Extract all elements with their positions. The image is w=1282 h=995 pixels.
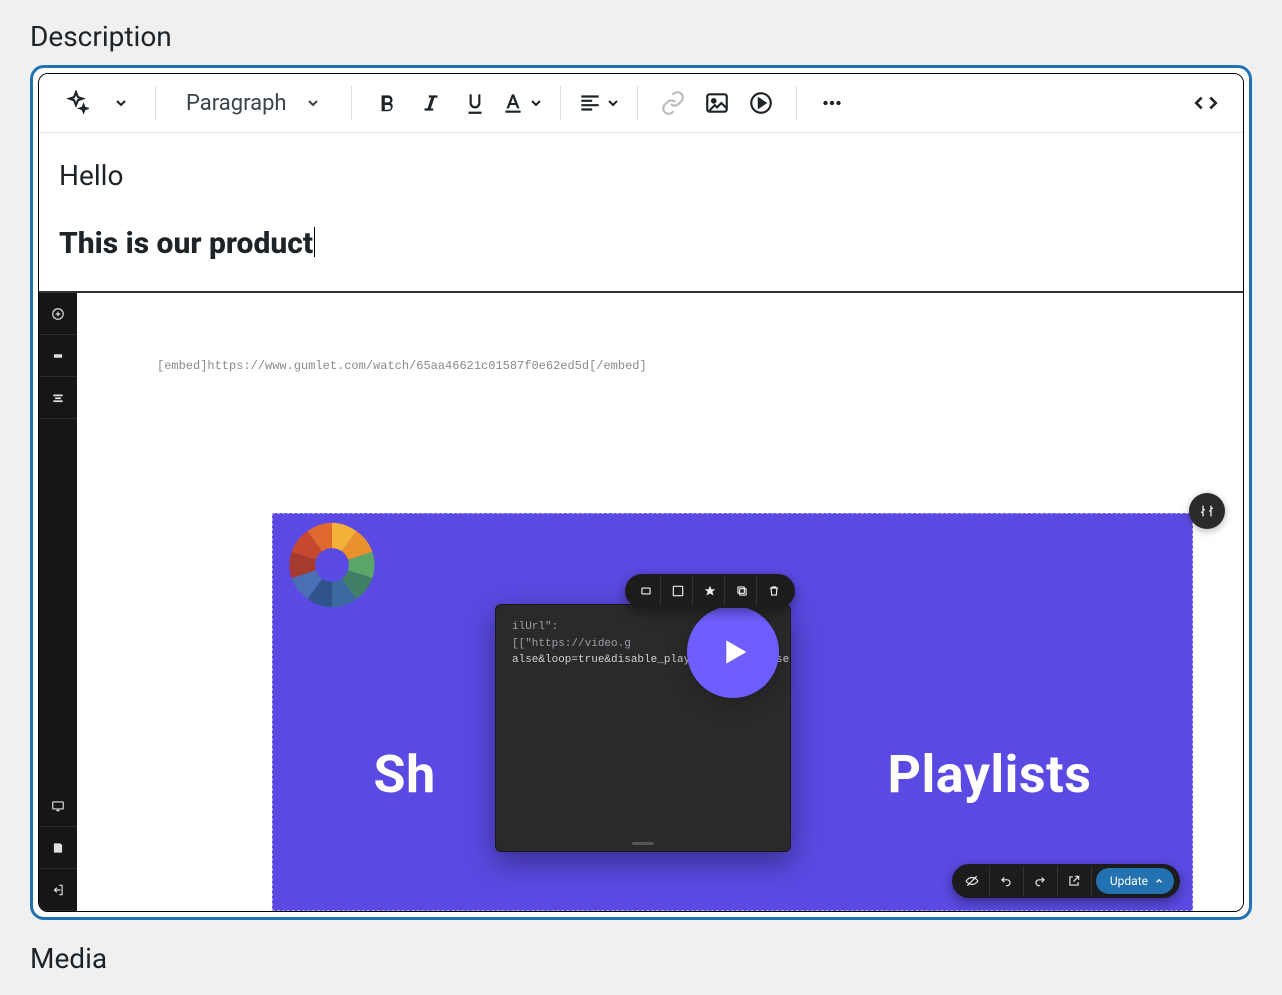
bold-button[interactable] bbox=[368, 84, 406, 122]
bottom-toolbar: Update bbox=[952, 864, 1180, 898]
toolbar-separator bbox=[155, 86, 156, 120]
ai-assist-dropdown[interactable] bbox=[101, 84, 139, 122]
video-title-left: Sh bbox=[374, 744, 436, 805]
video-title-right: Playlists bbox=[887, 744, 1091, 805]
block-toolbar bbox=[625, 574, 795, 608]
sidebar-spacer bbox=[39, 419, 77, 785]
video-embed-block[interactable]: ilUrl":[["https://video.g 6cf71 alse&loo… bbox=[272, 513, 1193, 911]
block-select-button[interactable] bbox=[631, 576, 661, 606]
editor-inner: Paragraph bbox=[38, 73, 1244, 912]
collapse-button[interactable] bbox=[39, 335, 77, 377]
block-delete-button[interactable] bbox=[759, 576, 789, 606]
block-copy-button[interactable] bbox=[727, 576, 757, 606]
text-color-button[interactable] bbox=[500, 84, 544, 122]
code-line-1a: ilUrl":[["https://video.g bbox=[512, 621, 631, 650]
preview-area: [embed]https://www.gumlet.com/watch/65aa… bbox=[39, 291, 1243, 911]
link-button[interactable] bbox=[654, 84, 692, 122]
block-settings-fab[interactable] bbox=[1189, 493, 1225, 529]
more-options-button[interactable] bbox=[813, 84, 851, 122]
redo-button[interactable] bbox=[1024, 866, 1058, 896]
block-type-label: Paragraph bbox=[186, 91, 287, 116]
section-title-description: Description bbox=[30, 20, 1252, 53]
text-cursor bbox=[314, 227, 315, 257]
section-title-media: Media bbox=[30, 942, 1252, 975]
visibility-button[interactable] bbox=[956, 866, 990, 896]
align-button[interactable] bbox=[577, 84, 621, 122]
desktop-view-button[interactable] bbox=[39, 785, 77, 827]
editor-toolbar: Paragraph bbox=[39, 74, 1243, 133]
code-view-button[interactable] bbox=[1187, 84, 1225, 122]
editor-body[interactable]: Hello This is our product bbox=[39, 133, 1243, 291]
content-paragraph[interactable]: Hello bbox=[59, 159, 1223, 192]
video-play-button[interactable] bbox=[687, 606, 779, 698]
content-heading[interactable]: This is our product bbox=[59, 226, 313, 261]
open-external-button[interactable] bbox=[1058, 866, 1092, 896]
code-panel-handle[interactable] bbox=[632, 842, 654, 845]
toolbar-separator bbox=[796, 86, 797, 120]
toolbar-separator bbox=[351, 86, 352, 120]
block-type-selector[interactable]: Paragraph bbox=[172, 84, 335, 122]
undo-button[interactable] bbox=[990, 866, 1024, 896]
update-button[interactable]: Update bbox=[1096, 868, 1174, 894]
color-wheel-icon bbox=[285, 518, 379, 612]
preview-sidebar bbox=[39, 293, 77, 911]
add-block-button[interactable] bbox=[39, 293, 77, 335]
exit-button[interactable] bbox=[39, 869, 77, 911]
italic-button[interactable] bbox=[412, 84, 450, 122]
block-star-button[interactable] bbox=[695, 576, 725, 606]
update-button-label: Update bbox=[1110, 874, 1148, 888]
block-edit-button[interactable] bbox=[663, 576, 693, 606]
editor-wrapper: Paragraph bbox=[30, 65, 1252, 920]
code-line-2a: alse&loop=true&disable_play bbox=[512, 654, 690, 666]
toolbar-separator bbox=[560, 86, 561, 120]
notes-button[interactable] bbox=[39, 827, 77, 869]
center-button[interactable] bbox=[39, 377, 77, 419]
ai-assist-button[interactable] bbox=[57, 84, 95, 122]
image-button[interactable] bbox=[698, 84, 736, 122]
embed-code-text[interactable]: [embed]https://www.gumlet.com/watch/65aa… bbox=[137, 333, 1183, 373]
video-button[interactable] bbox=[742, 84, 780, 122]
underline-button[interactable] bbox=[456, 84, 494, 122]
preview-canvas[interactable]: [embed]https://www.gumlet.com/watch/65aa… bbox=[77, 293, 1243, 911]
toolbar-separator bbox=[637, 86, 638, 120]
